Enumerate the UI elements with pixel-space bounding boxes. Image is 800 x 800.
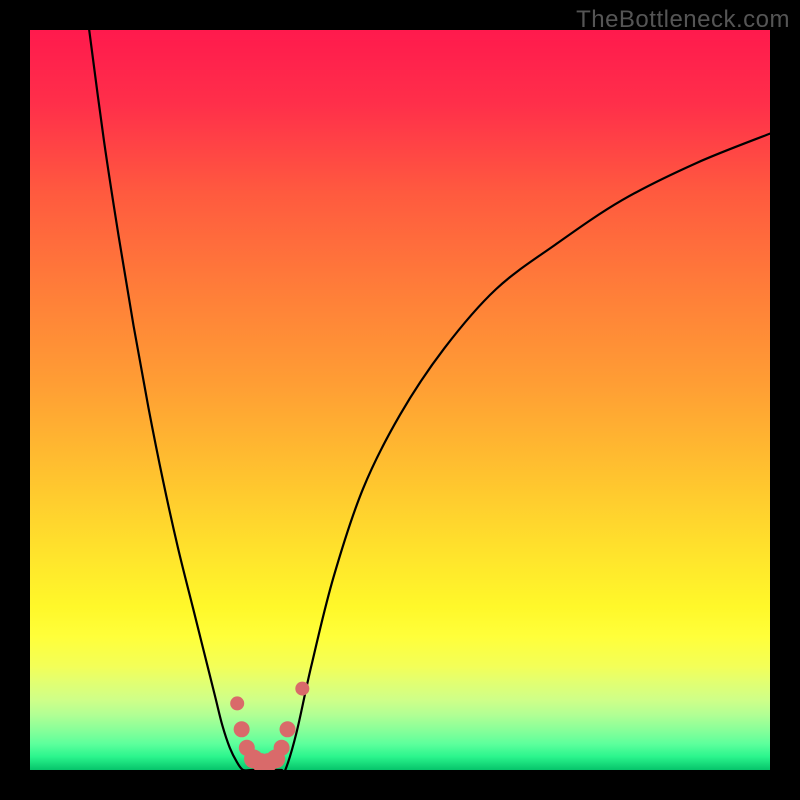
bottleneck-curve bbox=[89, 30, 770, 770]
curve-layer bbox=[30, 30, 770, 770]
valley-marker bbox=[280, 721, 296, 737]
outer-frame: TheBottleneck.com bbox=[0, 0, 800, 800]
watermark-text: TheBottleneck.com bbox=[576, 6, 790, 34]
valley-marker bbox=[274, 740, 290, 756]
valley-marker bbox=[234, 721, 250, 737]
plot-area bbox=[30, 30, 770, 770]
valley-marker bbox=[295, 682, 309, 696]
valley-marker bbox=[230, 696, 244, 710]
